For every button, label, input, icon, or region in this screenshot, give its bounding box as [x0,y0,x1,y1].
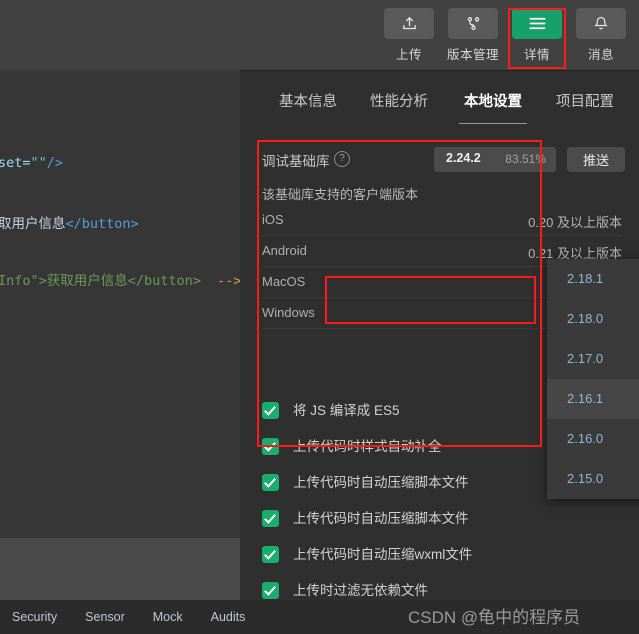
checkbox-checked-icon[interactable] [262,546,279,563]
code-token: 取用户信息 [0,216,66,232]
code-line: Info">获取用户信息</button> --> [0,269,242,289]
code-line: 取用户信息</button> [0,212,139,232]
toolbar-item-label: 版本管理 [447,48,500,62]
support-row-os: Windows [262,305,315,320]
version-option-number: 2.15.0 [567,471,604,486]
selected-version-percent: 83.51% [505,152,546,166]
code-token: "" [30,155,47,171]
devtools-tab[interactable]: Audits [211,610,246,624]
details-panel: 基本信息 性能分析 本地设置 项目配置 调试基础库 ? 2.24.2 83.51% 推… [240,70,639,634]
version-option[interactable]: 2.15.00.22% [547,459,639,499]
panel-tab-3[interactable]: 项目配置 [547,71,623,129]
debug-library-version-select[interactable]: 2.24.2 83.51% [434,147,556,172]
devtools-tab-list: Security Sensor Mock Audits [12,600,245,634]
code-token: /> [46,155,64,171]
support-row-os: Android [262,243,307,258]
setting-checkbox-label: 上传代码时自动压缩脚本文件 [293,511,469,526]
panel-tab-active-underline [459,123,527,124]
toolbar-item-upload[interactable]: 上传 [383,8,435,63]
checkbox-checked-icon[interactable] [262,438,279,455]
bell-icon[interactable] [576,8,626,39]
support-note: 该基础库支持的客户端版本 [262,187,419,202]
panel-tab-1[interactable]: 性能分析 [361,71,437,129]
version-option-number: 2.18.0 [567,311,604,326]
version-option[interactable]: 2.16.1用户占比0.56% [547,379,639,419]
version-option[interactable]: 2.18.1灰度中 [547,259,639,299]
push-button[interactable]: 推送 [567,147,625,172]
devtools-tab[interactable]: Sensor [85,610,125,624]
setting-checkbox-label: 将 JS 编译成 ES5 [293,403,400,418]
code-line: set=""/> [0,155,63,171]
version-option[interactable]: 2.18.0灰度中 [547,299,639,339]
toolbar-item-label: 上传 [395,48,422,62]
panel-tab-2[interactable]: 本地设置 [455,71,531,129]
code-token: --> [200,273,242,289]
version-option-number: 2.17.0 [567,351,604,366]
setting-checkbox-label: 上传代码时自动压缩脚本文件 [293,475,469,490]
version-option[interactable]: 2.16.0灰度中 [547,419,639,459]
editor-tabbar [0,0,260,70]
support-row-os: iOS [262,212,284,227]
support-row-os: MacOS [262,274,306,289]
top-toolbar: 上传 版本管理 详情 消息 [260,0,639,70]
version-option-number: 2.18.1 [567,271,604,286]
code-token: set= [0,155,31,171]
version-option-number: 2.16.1 [567,391,604,406]
devtools-tab[interactable]: Security [12,610,57,624]
panel-body: 调试基础库 ? 2.24.2 83.51% 推送 该基础库支持的客户端版本 iO… [240,129,639,634]
devtools-tab[interactable]: Mock [153,610,183,624]
version-option-number: 2.16.0 [567,431,604,446]
setting-checkbox-row[interactable]: 上传代码时自动压缩wxml文件 [262,545,632,581]
version-dropdown-list[interactable]: 2.18.1灰度中2.18.0灰度中2.17.00.53%2.16.1用户占比0… [547,259,639,499]
app-window: set=""/> 取用户信息</button> Info">获取用户信息</butt… [0,0,639,634]
panel-tab-bar: 基本信息 性能分析 本地设置 项目配置 [240,71,639,129]
version-option[interactable]: 2.17.00.53% [547,339,639,379]
panel-tab-0[interactable]: 基本信息 [270,71,346,129]
setting-checkbox-label: 上传时过滤无依赖文件 [293,583,428,598]
code-content[interactable]: set=""/> 取用户信息</button> Info">获取用户信息</butt… [0,70,260,538]
question-mark-icon[interactable]: ? [334,151,350,167]
watermark-text: CSDN @龟中的程序员 [408,608,581,627]
selected-version-text: 2.24.2 [446,151,481,165]
checkbox-checked-icon[interactable] [262,474,279,491]
branch-icon[interactable] [448,8,498,39]
setting-checkbox-row[interactable]: 上传代码时自动压缩脚本文件 [262,509,632,545]
upload-icon[interactable] [384,8,434,39]
toolbar-item-hamburger-menu[interactable]: 详情 [511,8,563,63]
code-token: Info">获取用户信息</button> [0,273,201,289]
debug-library-row: 调试基础库 ? 2.24.2 83.51% 推送 [262,147,625,173]
toolbar-item-label: 消息 [587,48,614,62]
code-token: </button> [65,216,139,232]
toolbar-item-label: 详情 [523,48,550,62]
setting-checkbox-label: 上传代码时样式自动补全 [293,439,442,454]
editor-footer-panel [0,538,260,600]
support-row: iOS 0.20 及以上版本 [262,205,622,236]
toolbar-item-bell[interactable]: 消息 [575,8,627,63]
setting-checkbox-label: 上传代码时自动压缩wxml文件 [293,547,473,562]
hamburger-menu-icon[interactable] [512,8,562,39]
support-row-value: 0.20 及以上版本 [528,215,622,230]
checkbox-checked-icon[interactable] [262,582,279,599]
toolbar-item-branch[interactable]: 版本管理 [447,8,499,63]
checkbox-checked-icon[interactable] [262,510,279,527]
debug-library-label: 调试基础库 [262,154,330,169]
code-editor-pane: set=""/> 取用户信息</button> Info">获取用户信息</butt… [0,0,260,634]
checkbox-checked-icon[interactable] [262,402,279,419]
